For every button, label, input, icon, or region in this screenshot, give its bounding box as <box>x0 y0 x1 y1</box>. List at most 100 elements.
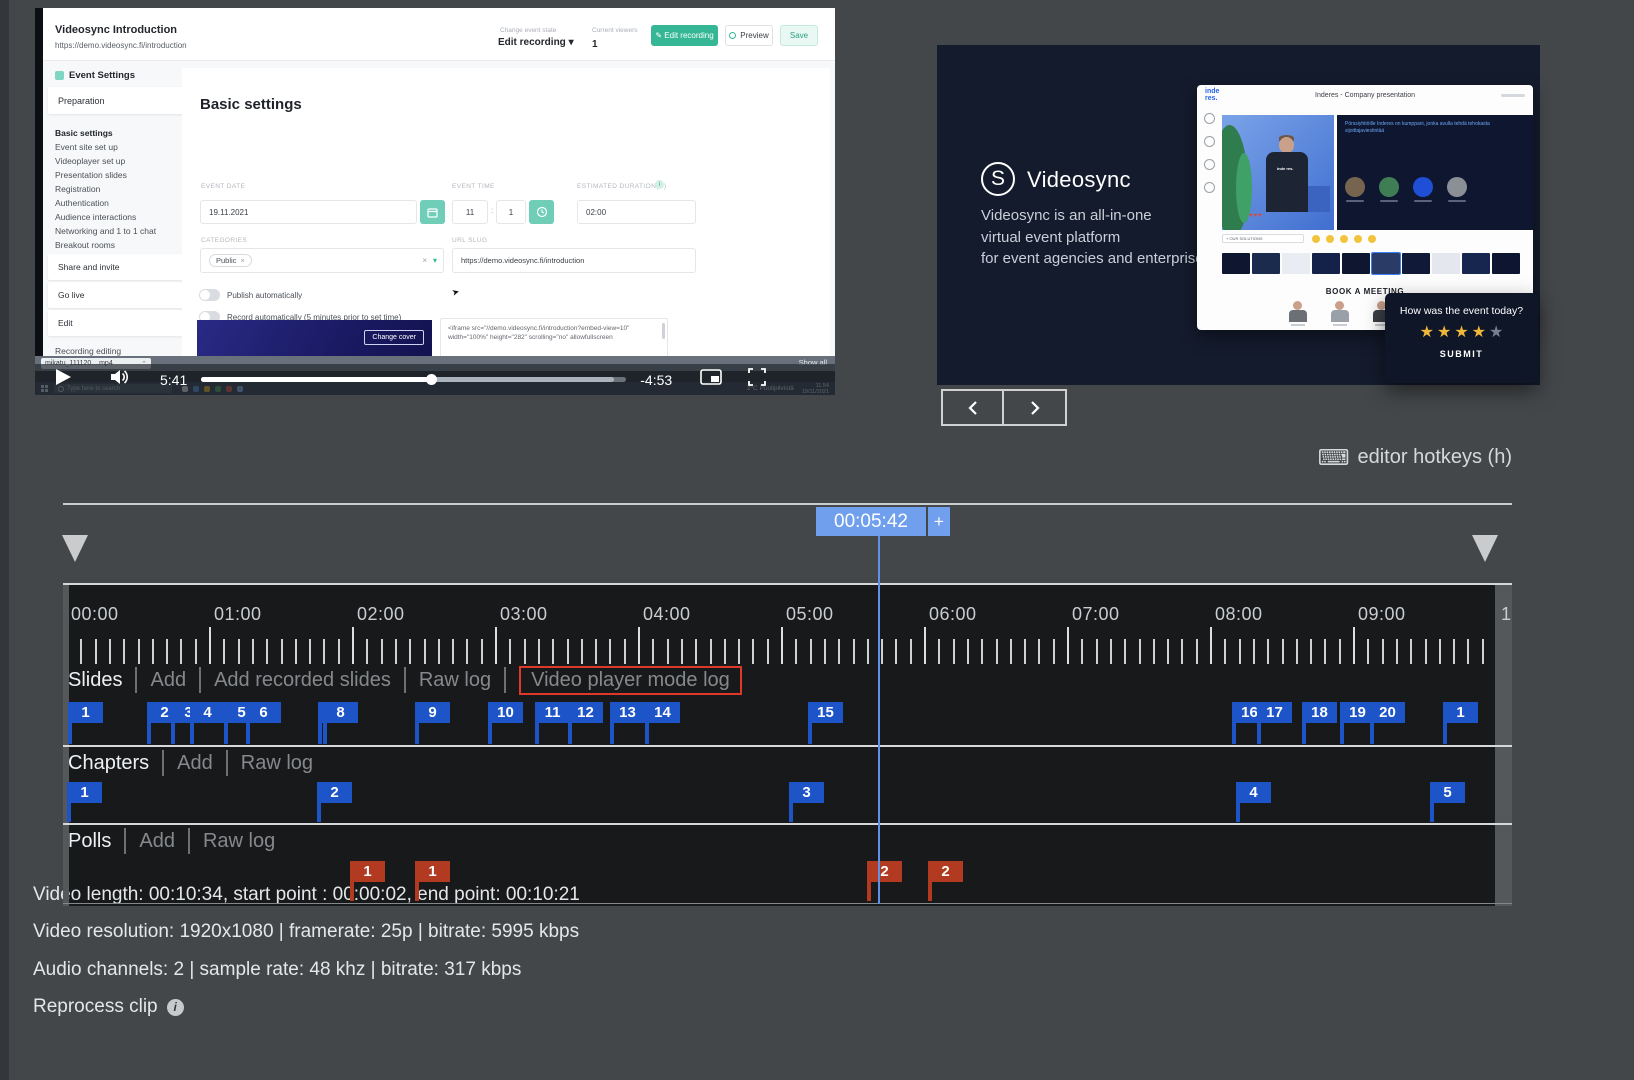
feedback-stars: ★★★★★ <box>1385 325 1538 341</box>
timeline-marker[interactable]: 15 <box>808 702 843 723</box>
timeline-marker[interactable]: 2 <box>867 861 902 882</box>
track-action-slides[interactable]: Video player mode log <box>519 666 742 695</box>
sidebar-link: Authentication <box>55 196 156 210</box>
timeline-marker[interactable]: 6 <box>246 702 281 723</box>
ruler-tick <box>223 639 225 664</box>
timeline-marker[interactable]: 3 <box>789 782 824 803</box>
ruler-tick <box>195 639 197 664</box>
ruler-tick <box>466 639 468 664</box>
track-action-chapters[interactable]: Raw log <box>241 752 313 775</box>
timeline-marker[interactable]: 1 <box>67 782 102 803</box>
ruler-tick <box>1210 627 1212 664</box>
mini-rail <box>1201 113 1217 205</box>
timeline-marker[interactable]: 1 <box>68 702 103 723</box>
ruler-tick <box>881 639 883 664</box>
timeline-marker[interactable]: 8 <box>323 702 358 723</box>
fullscreen-button[interactable] <box>748 368 766 391</box>
editor-hotkeys[interactable]: ⌨ editor hotkeys (h) <box>1318 446 1512 469</box>
sidebar-link: Registration <box>55 182 156 196</box>
event-time-label: EVENT TIME <box>452 183 495 190</box>
timeline-marker[interactable]: 20 <box>1370 702 1405 723</box>
timeline-marker[interactable]: 10 <box>488 702 523 723</box>
duration-label: ESTIMATED DURATION(H) <box>577 183 666 190</box>
timeline-ruler[interactable]: 00:0001:0002:0003:0004:0005:0006:0007:00… <box>63 585 1512 665</box>
timeline-marker[interactable]: 13 <box>610 702 645 723</box>
timeline-marker[interactable]: 5 <box>1430 782 1465 803</box>
ruler-tick <box>924 627 926 664</box>
timeline-marker[interactable]: 18 <box>1302 702 1337 723</box>
volume-icon[interactable] <box>110 369 130 390</box>
track-bottom-edge <box>63 903 1512 904</box>
track-action-slides[interactable]: Raw log <box>419 669 491 692</box>
ruler-tick <box>352 627 354 664</box>
ruler-tick <box>1410 639 1412 664</box>
categories-label: CATEGORIES <box>201 237 247 244</box>
trim-start-handle[interactable] <box>62 535 88 562</box>
playhead-badge[interactable]: 00:05:42 + <box>816 507 950 536</box>
brand-name: Videosync <box>1027 167 1131 193</box>
track-action-chapters[interactable]: Add <box>177 752 213 775</box>
timeline-marker[interactable]: 4 <box>190 702 225 723</box>
ruler-tick <box>1353 627 1355 664</box>
ruler-tick <box>1224 639 1226 664</box>
ruler-label: 10:00 <box>1501 604 1512 625</box>
star-icon: ★ <box>1437 325 1451 341</box>
ruler-tick <box>1139 639 1141 664</box>
seek-knob[interactable] <box>426 374 437 385</box>
track-actions-polls: Add Raw log <box>111 828 275 854</box>
timeline-marker[interactable]: 2 <box>928 861 963 882</box>
timeline-track-area[interactable]: 00:0001:0002:0003:0004:0005:0006:0007:00… <box>63 583 1512 906</box>
ruler-tick <box>552 639 554 664</box>
ruler-label: 01:00 <box>214 604 262 625</box>
slide-th <box>1402 253 1430 274</box>
recording-video-player[interactable]: Videosync Introduction https://demo.vide… <box>35 8 835 395</box>
timeline-marker[interactable]: 12 <box>568 702 603 723</box>
ruler-tick <box>152 639 154 664</box>
ruler-label: 07:00 <box>1072 604 1120 625</box>
ruler-tick <box>509 639 511 664</box>
ruler-tick <box>1067 627 1069 664</box>
track-action-slides[interactable]: Add recorded slides <box>214 669 391 692</box>
ruler-tick <box>953 639 955 664</box>
track-divider <box>63 823 1512 825</box>
track-action-slides[interactable]: Add <box>150 669 186 692</box>
reprocess-clip[interactable]: Reprocess clip i <box>33 996 184 1018</box>
track-action-polls[interactable]: Add <box>139 830 175 853</box>
pip-button[interactable] <box>700 369 722 390</box>
ruler-tick <box>252 639 254 664</box>
ruler-tick <box>209 627 211 664</box>
ruler-tick <box>1425 639 1427 664</box>
timeline-marker[interactable]: 9 <box>415 702 450 723</box>
next-slide-button[interactable] <box>1004 389 1067 426</box>
track-header-polls: Polls AddRaw log <box>68 826 275 856</box>
playhead-line[interactable] <box>878 536 880 904</box>
playhead-time[interactable]: 00:05:42 <box>816 507 926 536</box>
video-controls-bar[interactable]: 5:41 -4:53 <box>35 364 835 395</box>
timeline-marker[interactable]: 2 <box>317 782 352 803</box>
timeline-marker[interactable]: 4 <box>1236 782 1271 803</box>
ruler-label: 06:00 <box>929 604 977 625</box>
ruler-tick <box>1453 639 1455 664</box>
timeline-marker[interactable]: 1 <box>415 861 450 882</box>
previous-slide-button[interactable] <box>941 389 1004 426</box>
play-button[interactable] <box>55 368 72 391</box>
timeline-marker[interactable]: 1 <box>350 861 385 882</box>
ruler-label: 03:00 <box>500 604 548 625</box>
keyboard-icon: ⌨ <box>1318 447 1350 469</box>
add-marker-button[interactable]: + <box>928 507 950 536</box>
ruler-tick <box>95 639 97 664</box>
timeline-marker[interactable]: 14 <box>645 702 680 723</box>
timeline-marker[interactable]: 17 <box>1257 702 1292 723</box>
preview-button: Preview <box>725 25 773 46</box>
timeline-marker[interactable]: 11 <box>535 702 570 723</box>
embed-code-box: <iframe src="//demo.videosync.fi/introdu… <box>440 318 668 358</box>
scrollbar <box>662 323 665 339</box>
trim-end-handle[interactable] <box>1472 535 1498 562</box>
seek-bar[interactable] <box>201 377 626 382</box>
ruler-tick <box>1010 639 1012 664</box>
track-action-polls[interactable]: Raw log <box>203 830 275 853</box>
ruler-tick <box>138 639 140 664</box>
ruler-tick <box>1153 639 1155 664</box>
timeline-marker[interactable]: 1 <box>1443 702 1478 723</box>
submit-button: SUBMIT <box>1385 349 1538 359</box>
